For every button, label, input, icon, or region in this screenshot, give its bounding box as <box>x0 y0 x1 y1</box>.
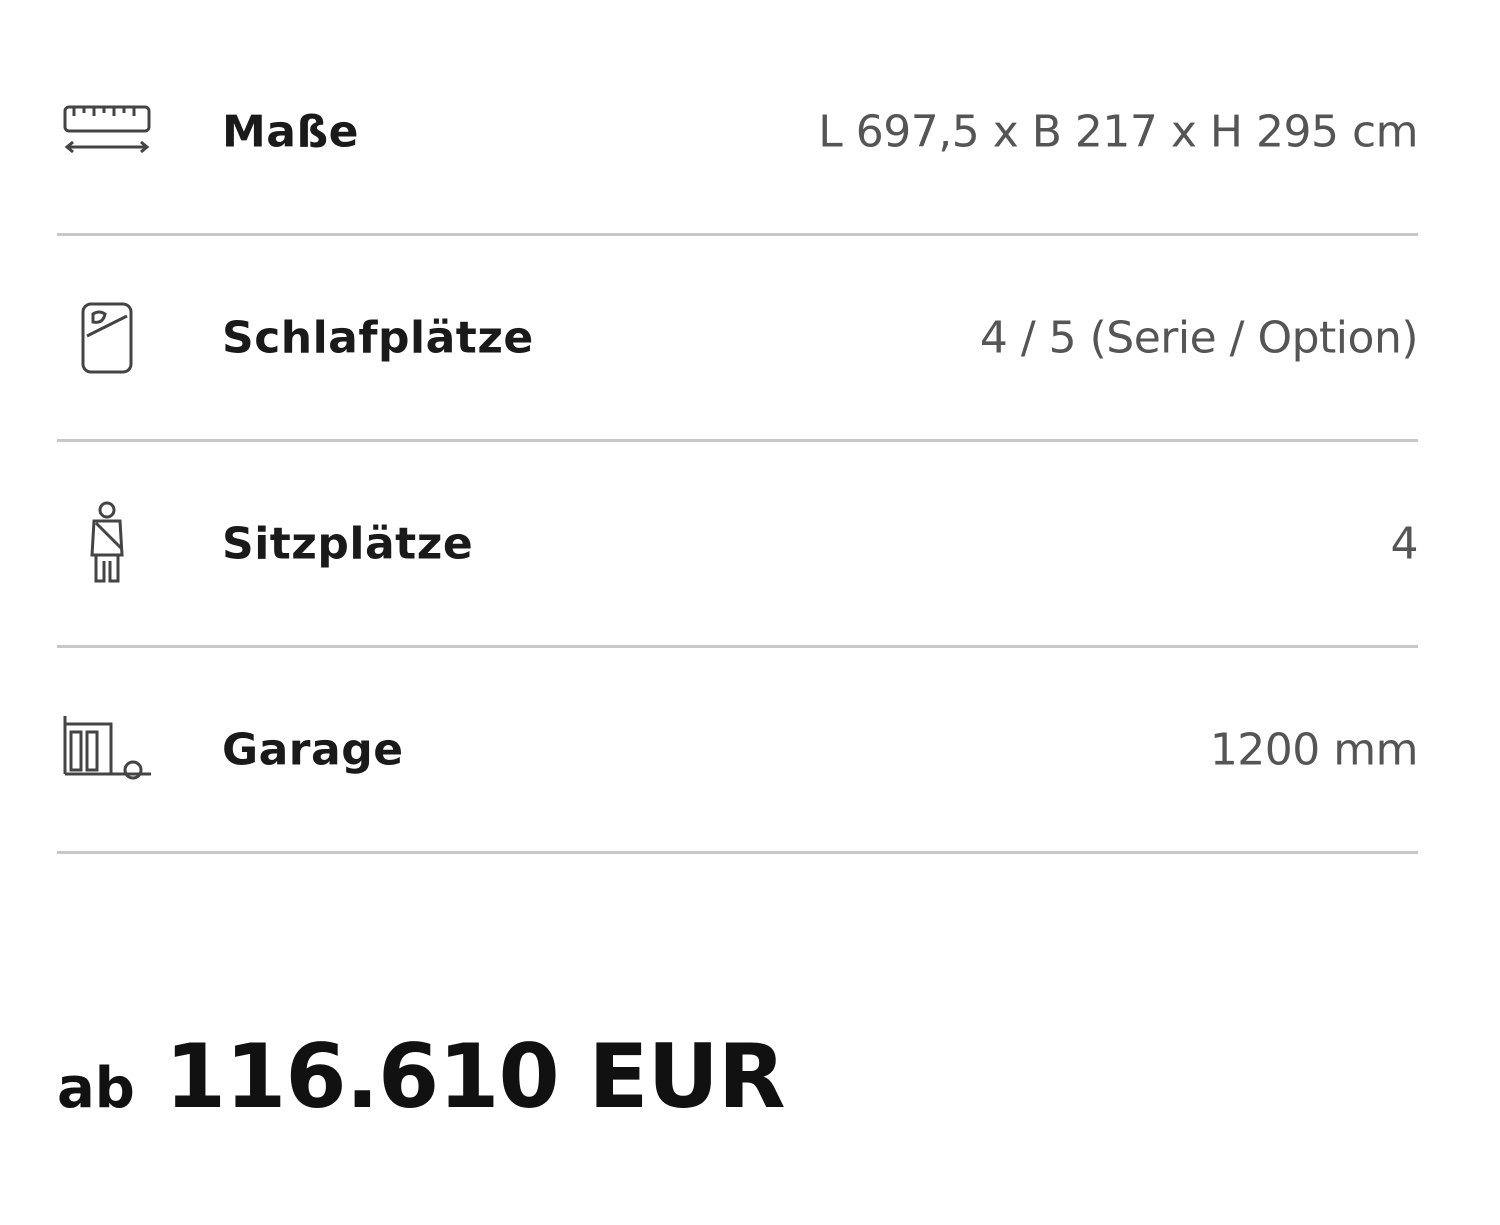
spec-row-garage: Garage 1200 mm <box>57 648 1419 854</box>
spec-label: Maße <box>222 106 359 157</box>
spec-label: Schlafplätze <box>222 312 534 363</box>
price-prefix: ab <box>57 1056 135 1121</box>
price-amount: 116.610 EUR <box>164 1025 786 1128</box>
ruler-icon <box>57 87 157 177</box>
spec-row-sleeping-places: Schlafplätze 4 / 5 (Serie / Option) <box>57 236 1419 442</box>
sleeping-bag-icon <box>57 293 157 383</box>
spec-value: L 697,5 x B 217 x H 295 cm <box>818 106 1418 157</box>
spec-value: 4 / 5 (Serie / Option) <box>979 312 1419 363</box>
spec-label: Garage <box>222 724 404 775</box>
spec-label: Sitzplätze <box>222 518 474 569</box>
spec-row-dimensions: Maße L 697,5 x B 217 x H 295 cm <box>57 30 1418 236</box>
price: ab 116.610 EUR <box>57 1025 786 1128</box>
spec-list: Maße L 697,5 x B 217 x H 295 cm Schlafpl… <box>57 30 1419 854</box>
garage-icon <box>57 705 157 795</box>
seatbelt-icon <box>57 499 157 589</box>
spec-value: 4 <box>1390 518 1419 569</box>
spec-value: 1200 mm <box>1209 724 1419 775</box>
spec-row-seats: Sitzplätze 4 <box>57 442 1418 648</box>
